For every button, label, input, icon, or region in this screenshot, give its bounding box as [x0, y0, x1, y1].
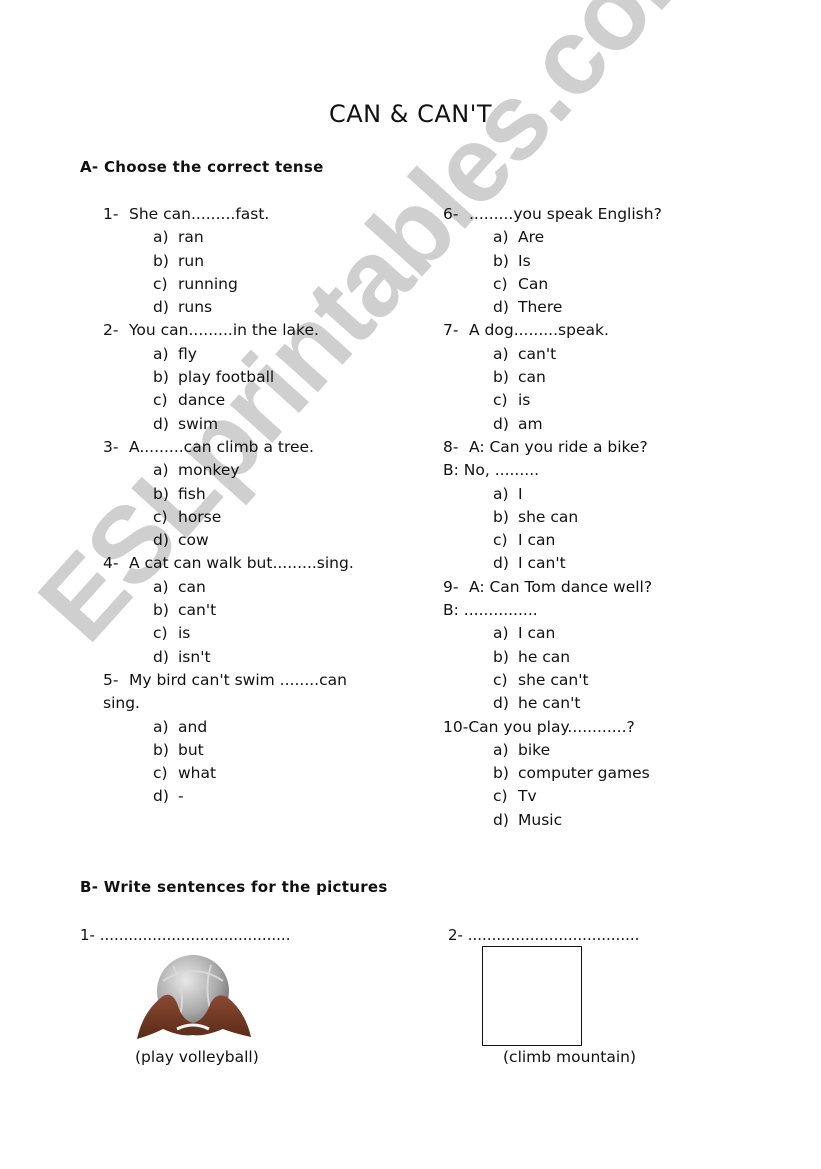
option-a[interactable]: a) monkey — [103, 459, 403, 482]
question-number: 9- — [443, 577, 459, 596]
question-3: 3- A.........can climb a tree. a) monkey b… — [103, 436, 403, 552]
empty-picture-box — [482, 946, 582, 1046]
question-text: My bird can't swim ........can — [129, 670, 347, 689]
answer-blank: .................................... — [467, 926, 640, 944]
option-c[interactable]: c) she can't — [443, 669, 743, 692]
question-number: 2- — [103, 321, 119, 340]
option-a[interactable]: a) Are — [443, 226, 743, 249]
question-text: You can.........in the lake. — [129, 321, 319, 340]
option-a[interactable]: a) bike — [443, 739, 743, 762]
option-c[interactable]: c) dance — [103, 389, 403, 412]
question-6: 6- .........you speak English? a) Are b) Is… — [443, 203, 743, 319]
question-number: 1- — [103, 205, 119, 223]
worksheet-page: CAN & CAN'T A- Choose the correct tense … — [0, 0, 821, 1169]
option-b[interactable]: b) fish — [103, 483, 403, 506]
question-text: A cat can walk but.........sing. — [129, 554, 354, 573]
question-number: 10- — [443, 717, 469, 736]
option-d[interactable]: d) - — [103, 785, 403, 808]
question-text: A: Can you ride a bike? — [469, 437, 648, 456]
option-b[interactable]: b) computer games — [443, 762, 743, 785]
option-b[interactable]: b) run — [103, 250, 403, 273]
option-c[interactable]: c) Tv — [443, 785, 743, 808]
item-number: 2- — [448, 926, 463, 944]
question-text-continued: B: No, ......... — [443, 461, 540, 480]
option-a[interactable]: a) I — [443, 483, 743, 506]
option-c[interactable]: c) is — [443, 389, 743, 412]
question-number: 6- — [443, 205, 459, 223]
option-b[interactable]: b) can't — [103, 599, 403, 622]
question-number: 8- — [443, 437, 459, 456]
option-b[interactable]: b) play football — [103, 366, 403, 389]
option-b[interactable]: b) but — [103, 739, 403, 762]
answer-line-1[interactable]: 1- .....................................… — [80, 926, 290, 944]
option-a[interactable]: a) can — [103, 576, 403, 599]
option-b[interactable]: b) can — [443, 366, 743, 389]
option-c[interactable]: c) running — [103, 273, 403, 296]
question-number: 3- — [103, 437, 119, 456]
section-b-heading: B- Write sentences for the pictures — [80, 878, 388, 896]
option-a[interactable]: a) I can — [443, 622, 743, 645]
option-b[interactable]: b) he can — [443, 646, 743, 669]
option-c[interactable]: c) what — [103, 762, 403, 785]
answer-line-2[interactable]: 2- .................................... — [448, 926, 639, 944]
option-c[interactable]: c) I can — [443, 529, 743, 552]
question-text-continued: B: ............... — [443, 601, 538, 620]
option-d[interactable]: d) he can't — [443, 692, 743, 715]
questions-left-column: 1- She can.........fast. a) ran b) run c) ru… — [103, 203, 403, 809]
question-number: 5- — [103, 670, 119, 689]
option-c[interactable]: c) is — [103, 622, 403, 645]
question-number: 7- — [443, 321, 459, 340]
question-7: 7- A dog.........speak. a) can't b) can c) i… — [443, 319, 743, 435]
question-1: 1- She can.........fast. a) ran b) run c) ru… — [103, 203, 403, 319]
caption-climb-mountain: (climb mountain) — [503, 1048, 637, 1066]
section-a-heading: A- Choose the correct tense — [80, 158, 324, 176]
option-b[interactable]: b) she can — [443, 506, 743, 529]
volleyball-image — [137, 955, 251, 1039]
question-8: 8- A: Can you ride a bike? B: No, .......… — [443, 436, 743, 576]
caption-play-volleyball: (play volleyball) — [135, 1048, 259, 1066]
option-d[interactable]: d) isn't — [103, 646, 403, 669]
option-c[interactable]: c) horse — [103, 506, 403, 529]
question-text: .........you speak English? — [469, 205, 662, 223]
question-5: 5- My bird can't swim ........can sing. a… — [103, 669, 403, 809]
question-text-continued: sing. — [103, 694, 140, 713]
option-d[interactable]: d) I can't — [443, 552, 743, 575]
question-text: A dog.........speak. — [469, 321, 609, 340]
option-a[interactable]: a) fly — [103, 343, 403, 366]
question-2: 2- You can.........in the lake. a) fly b) p… — [103, 319, 403, 435]
worksheet-title: CAN & CAN'T — [329, 100, 492, 128]
option-d[interactable]: d) swim — [103, 413, 403, 436]
question-text: A.........can climb a tree. — [129, 437, 314, 456]
question-text: A: Can Tom dance well? — [469, 577, 653, 596]
item-number: 1- — [80, 926, 95, 944]
option-d[interactable]: d) Music — [443, 809, 743, 832]
question-text: She can.........fast. — [129, 205, 270, 223]
option-d[interactable]: d) am — [443, 413, 743, 436]
question-4: 4- A cat can walk but.........sing. a) can… — [103, 552, 403, 668]
option-d[interactable]: d) cow — [103, 529, 403, 552]
question-number: 4- — [103, 554, 119, 573]
option-c[interactable]: c) Can — [443, 273, 743, 296]
question-text: Can you play............? — [468, 717, 635, 736]
questions-right-column: 6- .........you speak English? a) Are b) Is… — [443, 203, 743, 832]
option-d[interactable]: d) runs — [103, 296, 403, 319]
option-b[interactable]: b) Is — [443, 250, 743, 273]
option-a[interactable]: a) ran — [103, 226, 403, 249]
option-a[interactable]: a) can't — [443, 343, 743, 366]
question-9: 9- A: Can Tom dance well? B: ............… — [443, 576, 743, 716]
question-10: 10-Can you play............? a) bike b) co… — [443, 716, 743, 832]
option-a[interactable]: a) and — [103, 716, 403, 739]
answer-blank: ........................................ — [99, 926, 291, 944]
option-d[interactable]: d) There — [443, 296, 743, 319]
